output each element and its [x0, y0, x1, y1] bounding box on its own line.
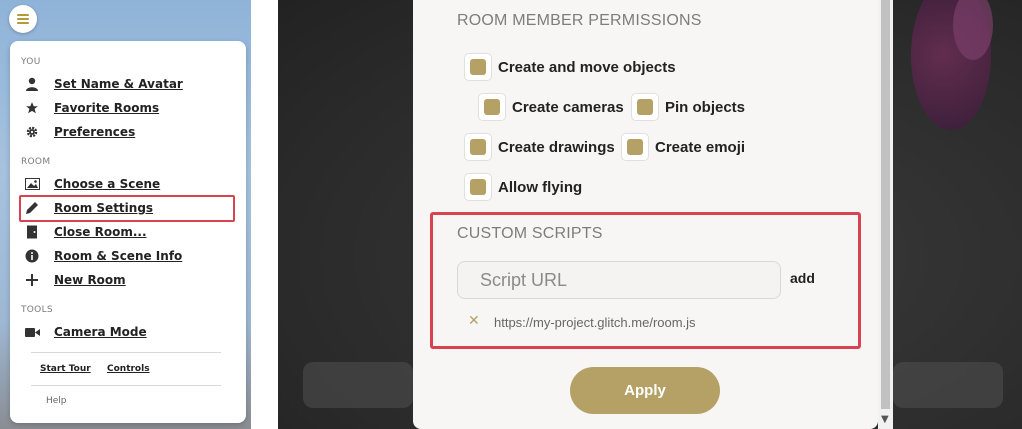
- checkbox[interactable]: [464, 133, 492, 161]
- remove-script-icon[interactable]: ✕: [468, 313, 480, 329]
- permission-label: Create drawings: [498, 138, 615, 156]
- scene-background-left: YOU Set Name & Avatar Favorite Rooms Pre…: [0, 0, 251, 429]
- menu-item-label: Favorite Rooms: [54, 101, 160, 115]
- menu-item-favorite-rooms[interactable]: Favorite Rooms: [22, 97, 232, 119]
- image-icon: [22, 176, 42, 192]
- permission-label: Allow flying: [498, 178, 583, 196]
- help-link[interactable]: Help: [46, 396, 67, 406]
- controls-link[interactable]: Controls: [107, 364, 150, 374]
- menu-item-label: Close Room...: [54, 225, 147, 239]
- permission-label: Create emoji: [655, 138, 746, 156]
- menu-item-label: Choose a Scene: [54, 177, 161, 191]
- info-icon: [22, 248, 42, 264]
- custom-scripts-section-title: CUSTOM SCRIPTS: [457, 225, 603, 242]
- menu-item-choose-scene[interactable]: Choose a Scene: [22, 173, 232, 195]
- menu-item-label: Room & Scene Info: [54, 249, 183, 263]
- scene-toolbar-button-right[interactable]: [893, 362, 1003, 408]
- scroll-down-arrow-icon[interactable]: ▼: [881, 414, 889, 425]
- checkbox[interactable]: [464, 53, 492, 81]
- permission-create-drawings[interactable]: Create drawings: [464, 132, 615, 162]
- permission-label: Create and move objects: [498, 58, 676, 76]
- script-url-input[interactable]: [457, 261, 781, 299]
- menu-item-label: Set Name & Avatar: [54, 77, 183, 91]
- section-heading-tools: TOOLS: [21, 305, 53, 315]
- main-menu-panel: YOU Set Name & Avatar Favorite Rooms Pre…: [10, 41, 246, 423]
- start-tour-link[interactable]: Start Tour: [40, 364, 91, 374]
- permissions-section-title: ROOM MEMBER PERMISSIONS: [457, 12, 702, 29]
- menu-item-label: Camera Mode: [54, 325, 147, 339]
- menu-item-camera-mode[interactable]: Camera Mode: [22, 321, 232, 343]
- add-script-button[interactable]: add: [790, 270, 815, 286]
- permission-create-emoji[interactable]: Create emoji: [621, 132, 745, 162]
- menu-item-preferences[interactable]: Preferences: [22, 121, 232, 143]
- checkbox[interactable]: [631, 93, 659, 121]
- section-heading-you: YOU: [21, 57, 41, 67]
- gear-icon: [22, 124, 42, 140]
- door-icon: [22, 224, 42, 240]
- menu-item-label: New Room: [54, 273, 126, 287]
- permission-allow-flying[interactable]: Allow flying: [464, 172, 582, 202]
- checkbox[interactable]: [621, 133, 649, 161]
- hamburger-icon: [17, 14, 29, 24]
- script-url-entry: https://my-project.glitch.me/room.js: [494, 315, 696, 330]
- menu-item-room-scene-info[interactable]: Room & Scene Info: [22, 245, 232, 267]
- menu-item-close-room[interactable]: Close Room...: [22, 221, 232, 243]
- apply-button[interactable]: Apply: [570, 367, 720, 414]
- menu-divider: [31, 385, 221, 386]
- menu-item-label: Preferences: [54, 125, 136, 139]
- menu-item-set-name-avatar[interactable]: Set Name & Avatar: [22, 73, 232, 95]
- star-icon: [22, 100, 42, 116]
- section-heading-room: ROOM: [21, 157, 51, 167]
- person-icon: [22, 76, 42, 92]
- scene-toolbar-button-left[interactable]: [303, 362, 413, 408]
- permission-label: Create cameras: [512, 98, 624, 116]
- plus-icon: [22, 272, 42, 288]
- permission-create-move-objects[interactable]: Create and move objects: [464, 52, 676, 82]
- scene-object: [893, 0, 1022, 150]
- menu-divider: [31, 352, 221, 353]
- room-settings-highlight-box: [19, 195, 235, 222]
- scrollbar-thumb[interactable]: [881, 0, 890, 409]
- dialog-scrollbar[interactable]: ▼: [878, 0, 893, 429]
- checkbox[interactable]: [478, 93, 506, 121]
- permission-pin-objects[interactable]: Pin objects: [631, 92, 745, 122]
- permission-create-cameras[interactable]: Create cameras: [478, 92, 624, 122]
- menu-item-new-room[interactable]: New Room: [22, 269, 232, 291]
- menu-toggle-button[interactable]: [9, 5, 37, 33]
- permission-label: Pin objects: [665, 98, 746, 116]
- video-camera-icon: [22, 324, 42, 340]
- checkbox[interactable]: [464, 173, 492, 201]
